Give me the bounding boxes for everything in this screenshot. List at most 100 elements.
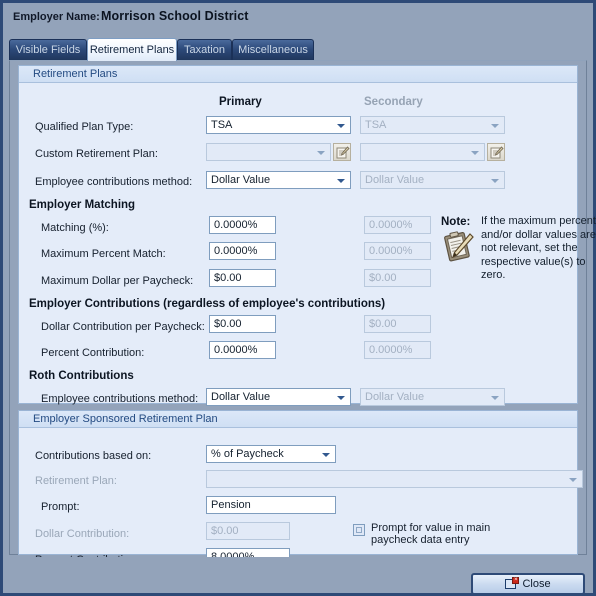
tab-miscellaneous[interactable]: Miscellaneous [232,39,314,60]
pencil-edit-icon [336,146,350,159]
maximum-dollar-per-paycheck-secondary-value: $0.00 [369,272,397,284]
matching-percent-primary-value: 0.0000% [214,219,258,231]
maximum-percent-match-primary-input[interactable]: 0.0000% [209,242,276,260]
tab-strip: Visible Fields Retirement Plans Taxation… [9,38,587,61]
roth-employee-contributions-method-primary-combo[interactable]: Dollar Value [206,388,351,406]
close-button-label: Close [522,578,551,590]
matching-percent-label: Matching (%): [41,222,109,234]
tab-miscellaneous-label: Miscellaneous [238,44,308,56]
percent-contribution-primary-input[interactable]: 0.0000% [209,341,276,359]
tab-taxation-label: Taxation [184,44,225,56]
percent-contribution-secondary-input[interactable]: 0.0000% [364,341,431,359]
employer-matching-heading: Employer Matching [29,199,136,211]
maximum-percent-match-label: Maximum Percent Match: [41,248,166,260]
chevron-down-icon [491,396,499,400]
chevron-down-icon [491,124,499,128]
roth-employee-contributions-method-secondary-combo[interactable]: Dollar Value [360,388,505,406]
qualified-plan-type-secondary-combo[interactable]: TSA [360,116,505,134]
prompt-value: Pension [211,499,251,511]
employer-name-value: Morrison School District [101,9,249,23]
dollar-contribution-per-paycheck-primary-value: $0.00 [214,318,242,330]
employer-sponsored-plan-groupbox-body: Contributions based on: % of Paycheck Re… [19,428,583,566]
employee-contributions-method-primary-value: Dollar Value [211,174,271,186]
custom-retirement-plan-secondary-combo[interactable] [360,143,485,161]
custom-retirement-plan-label: Custom Retirement Plan: [35,148,158,160]
dollar-contribution-per-paycheck-primary-input[interactable]: $0.00 [209,315,276,333]
roth-employee-contributions-method-label: Employee contributions method: [41,393,199,405]
employee-contributions-method-primary-combo[interactable]: Dollar Value [206,171,351,189]
contributions-based-on-label: Contributions based on: [35,450,152,462]
qualified-plan-type-secondary-value: TSA [365,119,387,131]
chevron-down-icon [322,453,330,457]
column-header-primary: Primary [219,96,262,108]
maximum-dollar-per-paycheck-primary-input[interactable]: $0.00 [209,269,276,287]
qualified-plan-type-label: Qualified Plan Type: [35,121,134,133]
maximum-percent-match-primary-value: 0.0000% [214,245,258,257]
tab-taxation[interactable]: Taxation [177,39,232,60]
close-icon-badge: × [512,577,520,584]
contributions-based-on-value: % of Paycheck [211,448,284,460]
window-body: Employer Name: Morrison School District … [3,3,596,595]
dollar-contribution-label: Dollar Contribution: [35,528,130,540]
qualified-plan-type-primary-value: TSA [211,119,233,131]
roth-contributions-heading: Roth Contributions [29,370,134,382]
tab-visible-fields[interactable]: Visible Fields [9,39,87,60]
tab-retirement-plans-label: Retirement Plans [89,44,175,56]
maximum-dollar-per-paycheck-primary-value: $0.00 [214,272,242,284]
employer-sponsored-plan-groupbox: Employer Sponsored Retirement Plan Contr… [18,410,583,566]
maximum-percent-match-secondary-value: 0.0000% [369,245,413,257]
dollar-contribution-value: $0.00 [211,525,239,537]
roth-employee-contributions-method-secondary-value: Dollar Value [365,391,425,403]
prompt-input[interactable]: Pension [206,496,336,514]
prompt-label: Prompt: [41,501,80,513]
dollar-contribution-input[interactable]: $0.00 [206,522,290,540]
employee-contributions-method-secondary-combo[interactable]: Dollar Value [360,171,505,189]
chevron-down-icon [337,124,345,128]
matching-percent-secondary-value: 0.0000% [369,219,413,231]
employee-contributions-method-secondary-value: Dollar Value [365,174,425,186]
prompt-for-value-label-line2: paycheck data entry [371,534,470,546]
retirement-plan-combo[interactable] [206,470,583,488]
custom-retirement-plan-primary-edit-button[interactable] [333,143,351,161]
percent-contribution-primary-value: 0.0000% [214,344,258,356]
tab-retirement-plans[interactable]: Retirement Plans [87,38,177,61]
percent-contribution-secondary-value: 0.0000% [369,344,413,356]
chevron-down-icon [317,151,325,155]
dollar-contribution-per-paycheck-label: Dollar Contribution per Paycheck: [41,321,205,333]
custom-retirement-plan-secondary-edit-button[interactable] [487,143,505,161]
dollar-contribution-per-paycheck-secondary-input[interactable]: $0.00 [364,315,431,333]
maximum-dollar-per-paycheck-label: Maximum Dollar per Paycheck: [41,275,194,287]
contributions-based-on-combo[interactable]: % of Paycheck [206,445,336,463]
prompt-for-value-checkbox[interactable] [353,524,365,536]
maximum-dollar-per-paycheck-secondary-input[interactable]: $0.00 [364,269,431,287]
checkbox-inner-box [356,527,362,533]
dialog-footer: × Close [9,557,587,595]
matching-percent-primary-input[interactable]: 0.0000% [209,216,276,234]
note-text: If the maximum percent and/or dollar val… [481,215,596,281]
chevron-down-icon [337,396,345,400]
tab-visible-fields-label: Visible Fields [15,44,81,56]
tab-content-retirement-plans: Retirement Plans Primary Secondary Quali… [9,60,596,566]
custom-retirement-plan-primary-combo[interactable] [206,143,331,161]
close-button[interactable]: × Close [471,573,585,595]
employer-sponsored-plan-groupbox-title: Employer Sponsored Retirement Plan [19,411,577,428]
chevron-down-icon [471,151,479,155]
note-label: Note: [441,216,471,228]
retirement-plans-groupbox-title: Retirement Plans [19,66,577,83]
maximum-percent-match-secondary-input[interactable]: 0.0000% [364,242,431,260]
chevron-down-icon [491,179,499,183]
dollar-contribution-per-paycheck-secondary-value: $0.00 [369,318,397,330]
employer-contributions-heading: Employer Contributions (regardless of em… [29,298,386,310]
matching-percent-secondary-input[interactable]: 0.0000% [364,216,431,234]
clipboard-pencil-icon [441,230,475,267]
pencil-edit-icon [490,146,504,159]
employer-name-header: Employer Name: Morrison School District [13,8,583,30]
chevron-down-icon [337,179,345,183]
retirement-plans-groupbox: Retirement Plans Primary Secondary Quali… [18,65,596,406]
chevron-down-icon [569,478,577,482]
column-header-secondary: Secondary [364,96,423,108]
retirement-plans-groupbox-body: Primary Secondary Qualified Plan Type: T… [19,83,596,406]
percent-contribution-label: Percent Contribution: [41,347,145,359]
qualified-plan-type-primary-combo[interactable]: TSA [206,116,351,134]
close-window-icon: × [505,577,520,590]
